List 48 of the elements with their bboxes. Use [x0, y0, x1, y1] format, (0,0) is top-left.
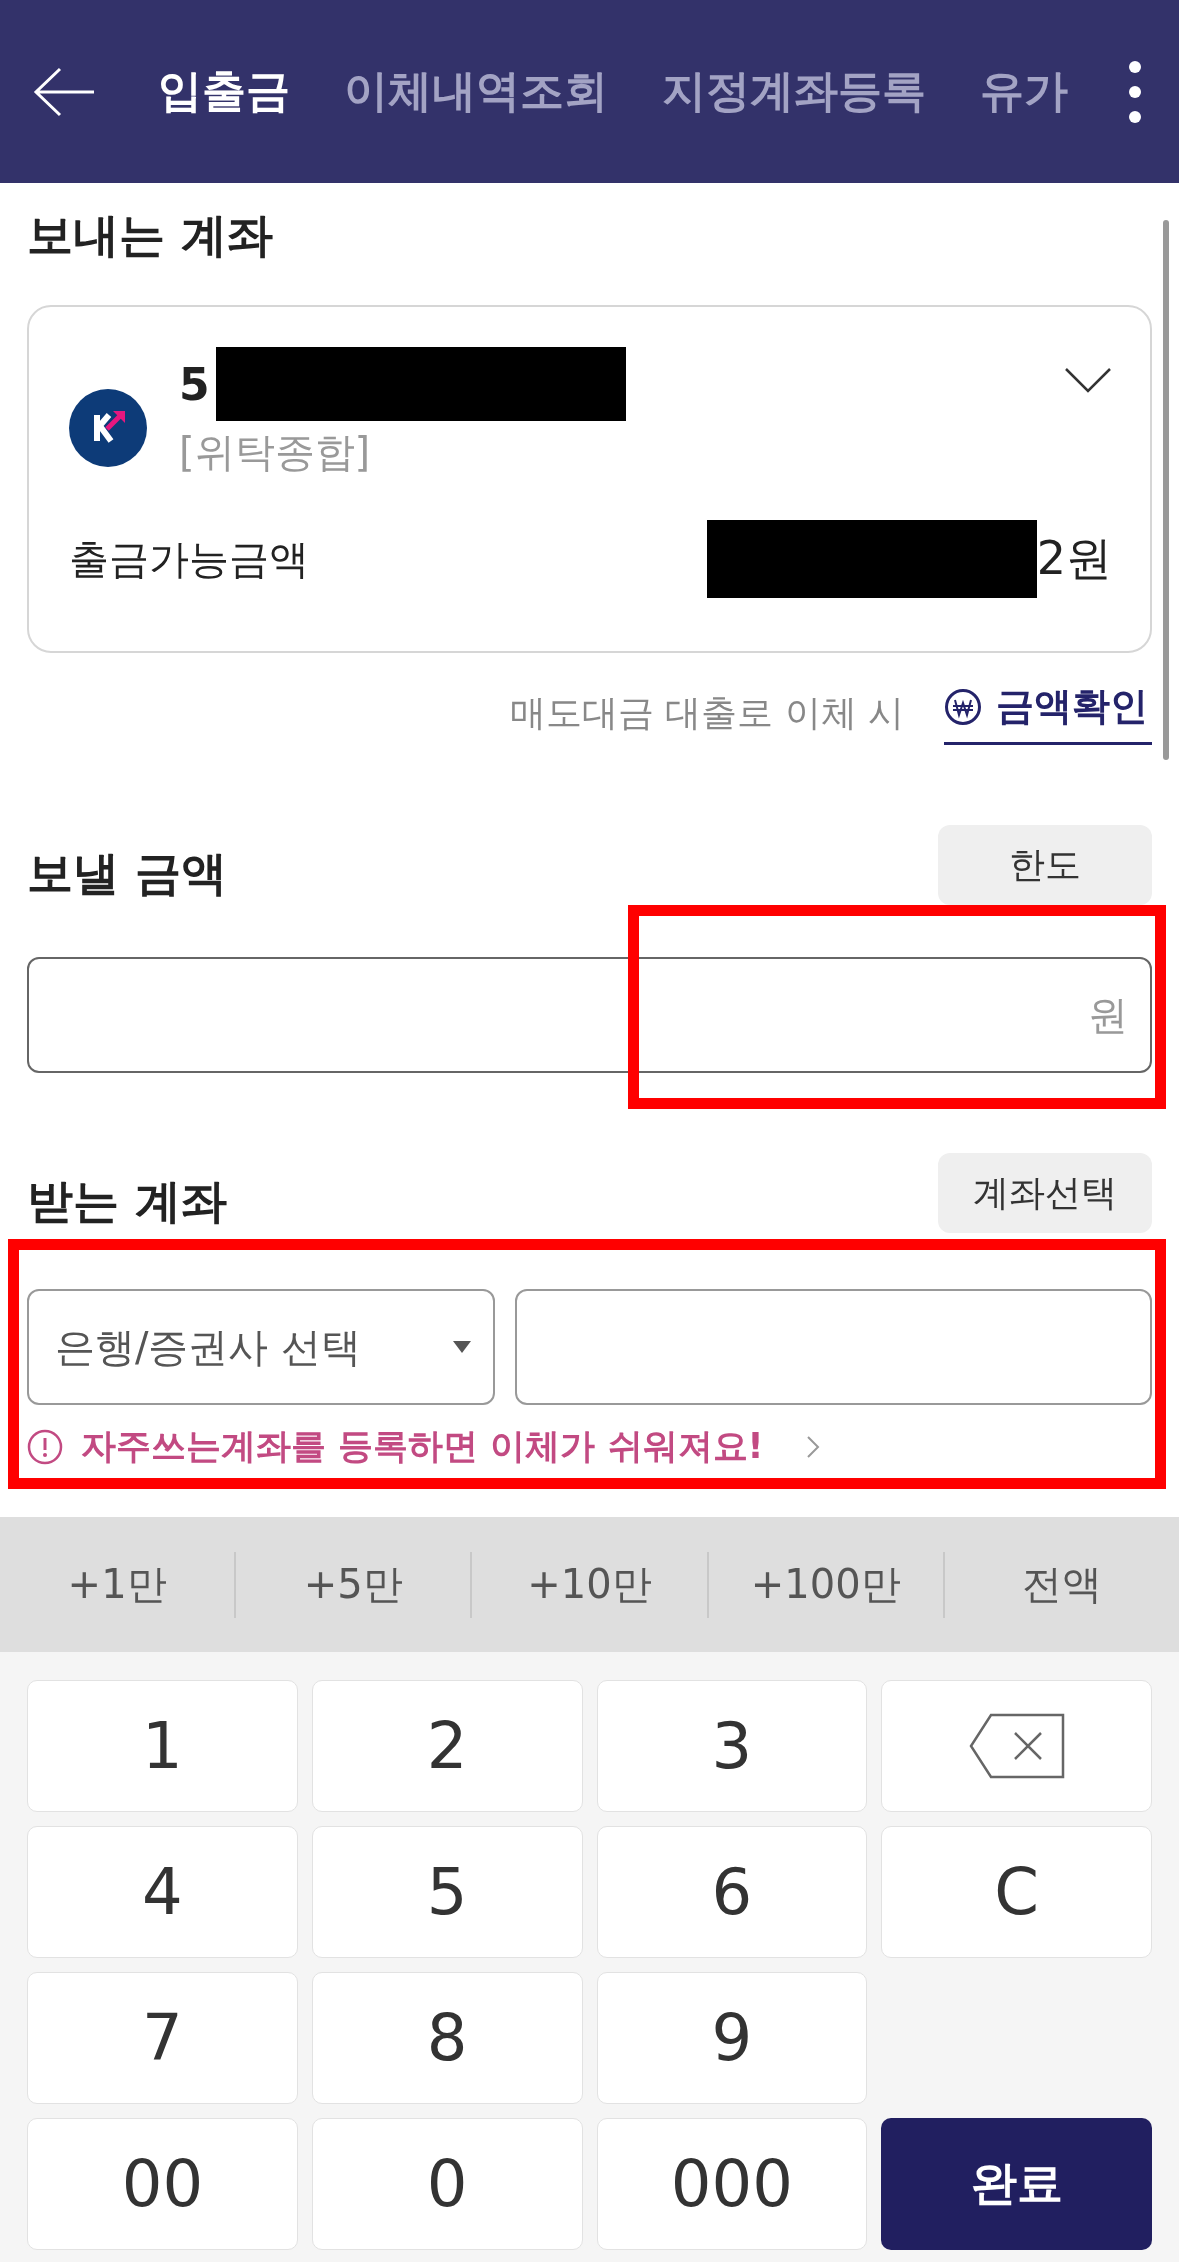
keypad-key[interactable]: 1 [27, 1680, 298, 1812]
select-account-button[interactable]: 계좌선택 [938, 1153, 1152, 1233]
quick-amount-button[interactable]: +5만 [236, 1517, 471, 1652]
limit-button[interactable]: 한도 [938, 825, 1152, 905]
account-number: 5 [179, 358, 210, 410]
keypad-key[interactable]: 5 [311, 1826, 583, 1958]
backspace-key[interactable] [881, 1680, 1152, 1812]
chevron-down-icon[interactable] [1064, 367, 1112, 393]
account-type: [위탁종합] [179, 428, 372, 477]
keypad-key[interactable]: 2 [311, 1680, 583, 1812]
alert-icon [27, 1428, 63, 1465]
quick-amount-button[interactable]: +100만 [708, 1517, 943, 1652]
balance-label: 출금가능금액 [69, 534, 309, 584]
dropdown-arrow-icon [453, 1341, 471, 1353]
keypad-key[interactable]: 00 [27, 2118, 298, 2250]
keypad-key[interactable]: 4 [27, 1826, 298, 1958]
won-coin-icon [944, 687, 982, 726]
logo-icon [69, 389, 147, 467]
section-title: 보낼 금액 [27, 845, 227, 902]
keypad-key[interactable]: 9 [596, 1972, 868, 2104]
keypad-key[interactable]: 3 [596, 1680, 868, 1812]
account-card[interactable]: 5 [위탁종합] 출금가능금액 2원 [27, 305, 1152, 653]
bank-dropdown[interactable]: 은행/증권사 선택 [27, 1289, 495, 1405]
tab[interactable]: 유가 [980, 62, 1068, 121]
account-number-field[interactable] [515, 1289, 1152, 1405]
check-amount-link[interactable]: 금액확인 [944, 681, 1152, 745]
keypad-key[interactable]: C [881, 1826, 1152, 1958]
keypad-key[interactable]: 8 [311, 1972, 583, 2104]
backspace-icon [968, 1713, 1065, 1779]
tab[interactable]: 입출금 [158, 62, 290, 121]
register-tip[interactable]: 자주쓰는계좌를 등록하면 이체가 쉬워져요! [81, 1423, 764, 1470]
more-menu-icon[interactable] [1128, 59, 1142, 124]
quick-amount-button[interactable]: 전액 [944, 1517, 1179, 1652]
keypad-key[interactable]: 6 [596, 1826, 868, 1958]
keypad-key[interactable]: 7 [27, 1972, 298, 2104]
quick-amount-button[interactable]: +1만 [0, 1517, 235, 1652]
quick-amount-button[interactable]: +10만 [472, 1517, 707, 1652]
tab[interactable]: 지정계좌등록 [662, 62, 926, 121]
loan-note: 매도대금 대출로 이체 시 [509, 690, 904, 735]
balance-amount: 2원 [1036, 530, 1112, 587]
chevron-right-icon[interactable] [805, 1434, 820, 1459]
tab[interactable]: 이체내역조회 [344, 62, 608, 121]
keypad-key[interactable]: 0 [311, 2118, 583, 2250]
keypad-key[interactable]: 000 [596, 2118, 868, 2250]
done-button[interactable]: 완료 [881, 2118, 1152, 2250]
back-arrow-icon[interactable] [32, 66, 96, 117]
section-title: 받는 계좌 [27, 1173, 227, 1230]
section-title: 보내는 계좌 [27, 207, 274, 264]
